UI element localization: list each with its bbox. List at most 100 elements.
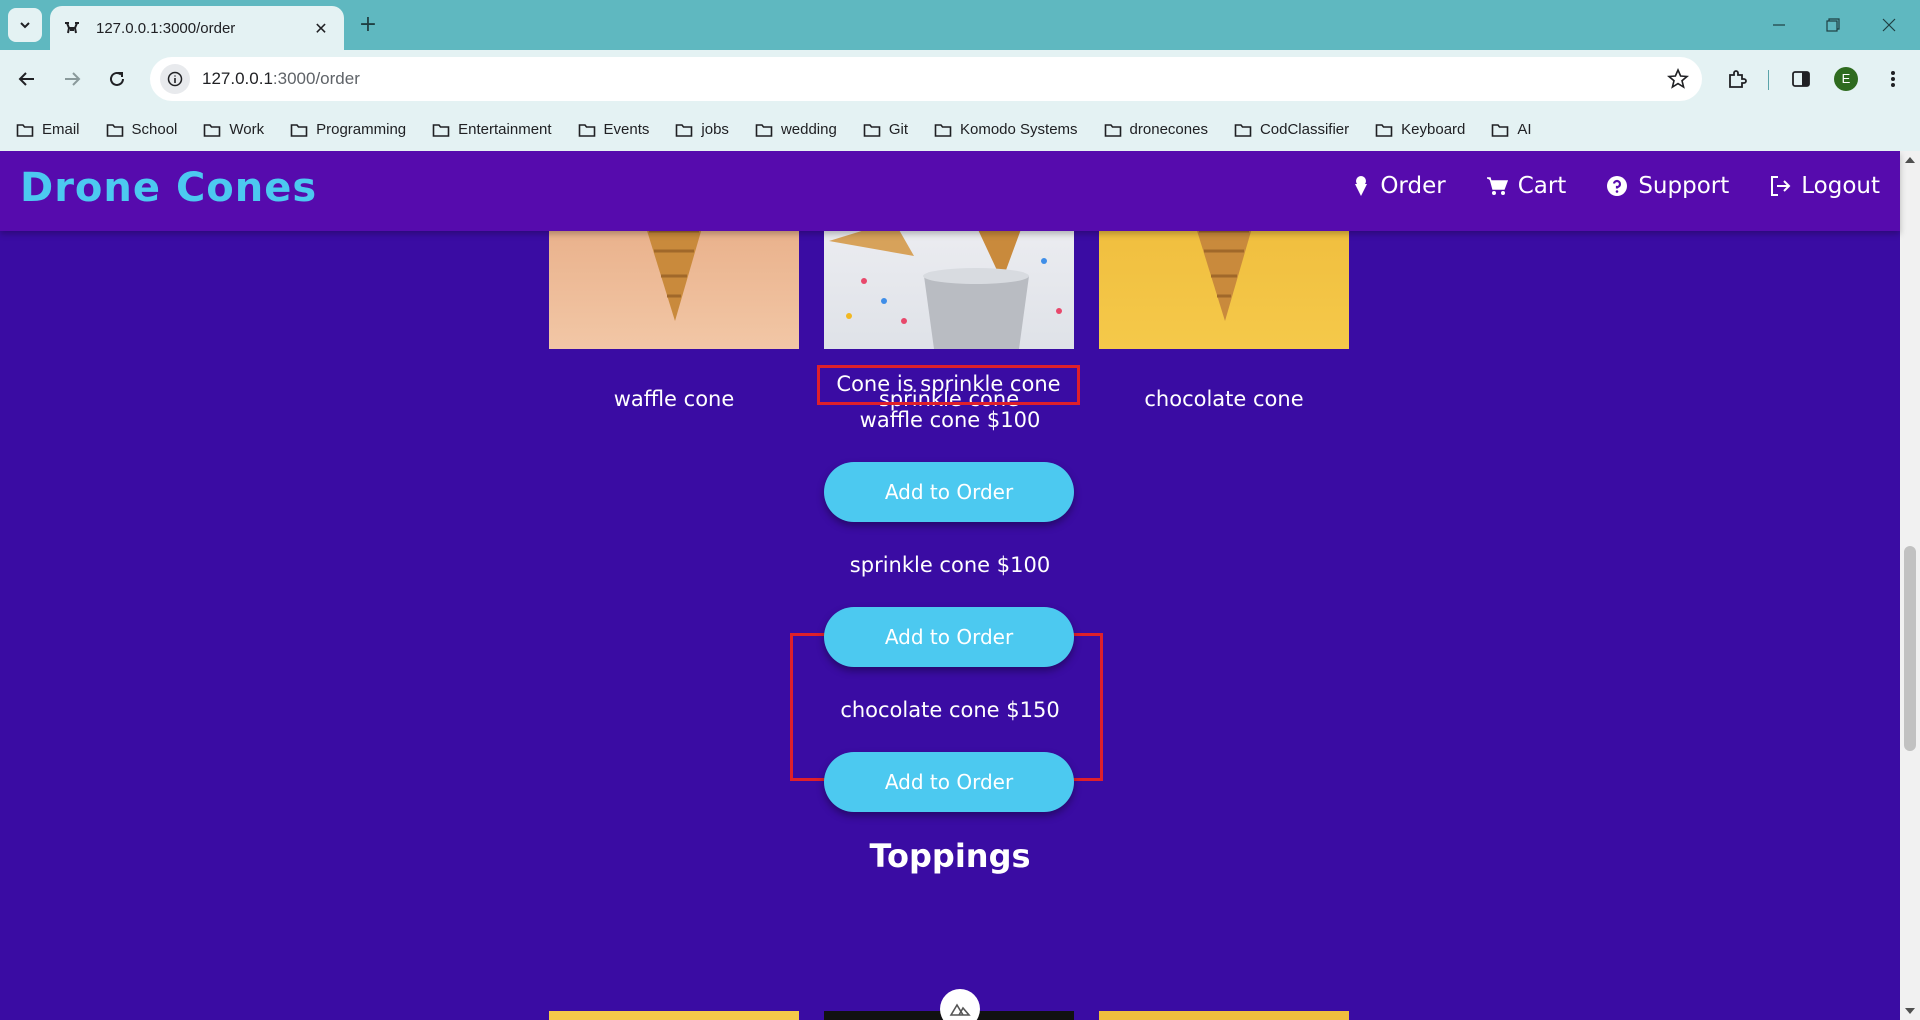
restore-icon: [1826, 18, 1840, 32]
add-sprinkle-to-order-button[interactable]: Add to Order: [824, 607, 1074, 667]
site-info-icon[interactable]: [160, 64, 190, 94]
toppings-heading: Toppings: [869, 837, 1031, 875]
chocolate-cone-image[interactable]: [1099, 221, 1349, 349]
folder-icon: [863, 123, 881, 137]
sprinkle-price-label: sprinkle cone $100: [849, 553, 1051, 577]
bookmark-item[interactable]: AI: [1491, 121, 1532, 138]
folder-icon: [934, 123, 952, 137]
bookmark-item[interactable]: wedding: [755, 121, 837, 138]
folder-icon: [578, 123, 595, 137]
new-tab-button[interactable]: +: [354, 11, 382, 39]
close-icon: [1882, 18, 1896, 32]
bookmark-label: Events: [603, 121, 650, 138]
bookmark-item[interactable]: jobs: [675, 121, 729, 138]
folder-icon: [1492, 123, 1509, 137]
nav-links: Order Cart Support Logout: [1312, 173, 1880, 199]
logout-icon: [1771, 176, 1791, 196]
bookmark-item[interactable]: Entertainment: [432, 121, 552, 138]
bookmark-label: Git: [888, 121, 908, 138]
nav-order-label: Order: [1380, 173, 1446, 199]
bookmark-label: Programming: [316, 121, 407, 138]
drone-favicon-icon: [62, 18, 82, 38]
folder-icon: [755, 123, 773, 137]
selected-cone-text: Cone is sprinkle cone: [817, 365, 1080, 405]
bookmark-label: dronecones: [1129, 121, 1208, 138]
side-panel-icon[interactable]: [1784, 62, 1818, 96]
site-logo-text[interactable]: Drone Cones: [20, 165, 317, 211]
folder-icon: [676, 123, 693, 137]
bookmark-label: wedding: [780, 121, 837, 138]
nav-cart-label: Cart: [1517, 173, 1567, 199]
bookmark-item[interactable]: dronecones: [1104, 121, 1208, 138]
bookmark-item[interactable]: Work: [203, 121, 264, 138]
chevron-down-icon: [20, 22, 30, 29]
nuxt-devtools-icon[interactable]: [940, 989, 980, 1020]
bookmark-star-icon[interactable]: [1666, 67, 1690, 91]
bookmark-item[interactable]: CodClassifier: [1234, 121, 1349, 138]
bookmark-label: Work: [229, 121, 265, 138]
browser-toolbar: 127.0.0.1:3000/order E: [0, 50, 1920, 108]
tab-title: 127.0.0.1:3000/order: [96, 19, 236, 37]
bookmark-item[interactable]: School: [106, 121, 177, 138]
close-window-button[interactable]: [1866, 10, 1912, 40]
folder-icon: [1375, 123, 1393, 137]
bookmark-item[interactable]: Git: [863, 121, 908, 138]
tab-search-button[interactable]: [8, 8, 42, 42]
extensions-puzzle-icon[interactable]: [1720, 62, 1754, 96]
add-waffle-to-order-button[interactable]: Add to Order: [824, 462, 1074, 522]
bookmark-item[interactable]: Keyboard: [1375, 121, 1465, 138]
bookmark-item[interactable]: Komodo Systems: [934, 121, 1078, 138]
bookmarks-bar: Email School Work Programming Entertainment E…: [0, 108, 1920, 151]
reload-button[interactable]: [100, 62, 134, 96]
bookmark-item[interactable]: Events: [578, 121, 650, 138]
bookmark-label: jobs: [701, 121, 729, 138]
bookmark-label: Komodo Systems: [960, 121, 1078, 138]
page-scrollbar[interactable]: [1900, 151, 1920, 1020]
bookmark-label: AI: [1517, 121, 1532, 138]
folder-icon: [290, 123, 308, 137]
bookmark-item[interactable]: Programming: [290, 121, 406, 138]
minimize-button[interactable]: [1756, 10, 1802, 40]
more-menu-icon[interactable]: [1876, 62, 1910, 96]
nav-order-link[interactable]: Order: [1352, 173, 1446, 199]
bookmark-label: Keyboard: [1401, 121, 1466, 138]
add-chocolate-to-order-button[interactable]: Add to Order: [824, 752, 1074, 812]
folder-icon: [16, 123, 34, 137]
nav-logout-link[interactable]: Logout: [1769, 173, 1880, 199]
toolbar-divider: [1768, 70, 1769, 90]
minimize-icon: [1773, 24, 1785, 26]
nav-cart-link[interactable]: Cart: [1486, 173, 1567, 199]
scrollbar-thumb[interactable]: [1904, 546, 1916, 751]
url-path: :3000/order: [272, 69, 360, 88]
folder-icon: [204, 123, 221, 137]
nav-support-label: Support: [1638, 173, 1730, 199]
browser-tab-bar: 127.0.0.1:3000/order ✕ +: [0, 0, 1920, 50]
chocolate-price-label: chocolate cone $150: [840, 698, 1060, 722]
nav-support-link[interactable]: Support: [1606, 173, 1729, 199]
ice-cream-icon: [1355, 176, 1368, 196]
restore-button[interactable]: [1810, 10, 1856, 40]
topping-image[interactable]: [549, 1011, 799, 1020]
sprinkle-cone-image[interactable]: [824, 221, 1074, 349]
url-text: 127.0.0.1:3000/order: [202, 69, 360, 89]
folder-icon: [1234, 123, 1252, 137]
waffle-price-label: waffle cone $100: [859, 408, 1041, 432]
url-host: 127.0.0.1: [202, 69, 273, 88]
scroll-down-arrow-icon[interactable]: [1905, 1008, 1915, 1014]
profile-avatar[interactable]: E: [1834, 67, 1858, 91]
arrow-right-icon: [65, 72, 81, 86]
topping-image[interactable]: [1099, 1011, 1349, 1020]
forward-button[interactable]: [55, 62, 89, 96]
bookmark-label: Entertainment: [458, 121, 552, 138]
waffle-cone-image[interactable]: [549, 221, 799, 349]
scroll-up-arrow-icon[interactable]: [1905, 157, 1915, 163]
address-bar[interactable]: 127.0.0.1:3000/order: [150, 57, 1702, 101]
nav-logout-label: Logout: [1801, 173, 1880, 199]
bookmark-label: Email: [42, 121, 80, 138]
question-circle-icon: [1607, 176, 1628, 196]
bookmark-item[interactable]: Email: [16, 121, 80, 138]
tab-close-icon[interactable]: ✕: [310, 19, 332, 38]
arrow-left-icon: [18, 72, 34, 86]
browser-tab-active[interactable]: 127.0.0.1:3000/order ✕: [50, 6, 344, 50]
back-button[interactable]: [10, 62, 44, 96]
